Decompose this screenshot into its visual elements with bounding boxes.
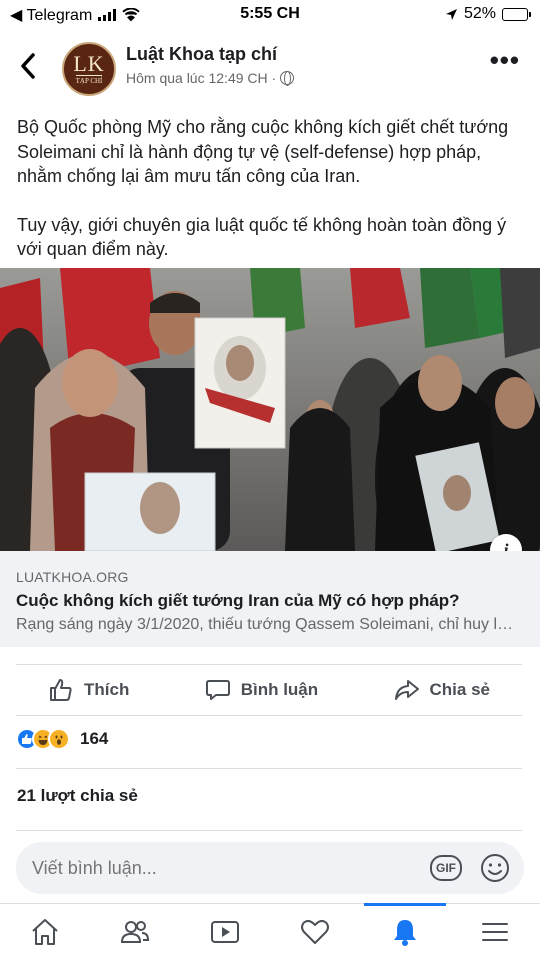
watch-icon bbox=[211, 921, 239, 943]
share-label: Chia sẻ bbox=[429, 680, 490, 699]
nav-dating[interactable] bbox=[280, 904, 350, 960]
nav-notifications[interactable] bbox=[364, 903, 446, 960]
dating-icon bbox=[301, 919, 329, 944]
reaction-count: 164 bbox=[80, 729, 109, 748]
like-button[interactable]: Thích bbox=[48, 677, 129, 703]
friends-icon bbox=[120, 921, 150, 943]
notifications-icon bbox=[394, 920, 416, 946]
status-bar: ◀ Telegram 5:55 CH 52% bbox=[0, 0, 540, 30]
bottom-nav bbox=[0, 903, 540, 960]
link-preview-image[interactable] bbox=[0, 268, 540, 551]
link-preview-meta[interactable]: LUATKHOA.ORG Cuộc không kích giết tướng … bbox=[0, 551, 540, 647]
status-right: 52% bbox=[445, 5, 531, 23]
link-title: Cuộc không kích giết tướng Iran của Mỹ c… bbox=[16, 591, 460, 610]
battery-percent: 52% bbox=[463, 5, 496, 22]
link-description: Rạng sáng ngày 3/1/2020, thiếu tướng Qas… bbox=[16, 616, 521, 633]
shares-count[interactable]: 21 lượt chia sẻ bbox=[17, 786, 138, 806]
emoji-icon[interactable] bbox=[480, 853, 510, 883]
comment-composer: GIF bbox=[16, 842, 524, 894]
crowd-photo bbox=[0, 268, 540, 551]
chevron-left-icon bbox=[21, 53, 35, 79]
battery-icon bbox=[502, 7, 531, 21]
link-domain: LUATKHOA.ORG bbox=[16, 569, 129, 585]
nav-menu[interactable] bbox=[460, 904, 530, 960]
comment-label: Bình luận bbox=[240, 680, 319, 699]
avatar-logo-text: LK bbox=[73, 51, 105, 76]
avatar-logo-subtext: TẠP CHÍ bbox=[75, 75, 103, 85]
more-options-button[interactable]: ••• bbox=[490, 47, 520, 73]
menu-icon bbox=[482, 923, 508, 941]
comment-icon bbox=[205, 680, 230, 700]
post-body: Bộ Quốc phòng Mỹ cho rằng cuộc không kíc… bbox=[17, 115, 522, 262]
avatar[interactable]: LK TẠP CHÍ bbox=[62, 42, 116, 96]
like-label: Thích bbox=[84, 680, 130, 699]
reactions-summary[interactable]: 164 bbox=[16, 728, 108, 750]
gif-icon[interactable]: GIF bbox=[430, 855, 462, 881]
divider bbox=[16, 768, 522, 769]
nav-friends[interactable] bbox=[100, 904, 170, 960]
wow-reaction-icon bbox=[48, 728, 70, 750]
globe-icon bbox=[280, 71, 295, 86]
post-paragraph: Tuy vậy, giới chuyên gia luật quốc tế kh… bbox=[17, 214, 507, 260]
comment-button[interactable]: Bình luận bbox=[205, 677, 318, 703]
nav-home[interactable] bbox=[10, 904, 80, 960]
page-name[interactable]: Luật Khoa tạp chí bbox=[126, 44, 277, 65]
back-button[interactable] bbox=[18, 52, 46, 84]
post-paragraph: Bộ Quốc phòng Mỹ cho rằng cuộc không kíc… bbox=[17, 117, 509, 186]
post-header: LK TẠP CHÍ Luật Khoa tạp chí Hôm qua lúc… bbox=[0, 38, 540, 100]
share-arrow-icon bbox=[394, 680, 419, 700]
post-time-row: Hôm qua lúc 12:49 CH · bbox=[126, 70, 295, 86]
location-arrow-icon bbox=[445, 8, 457, 20]
post-actions: Thích Bình luận Chia sẻ bbox=[16, 664, 522, 716]
home-icon bbox=[32, 919, 58, 945]
reaction-icons bbox=[16, 728, 70, 750]
nav-watch[interactable] bbox=[190, 904, 260, 960]
post-timestamp[interactable]: Hôm qua lúc 12:49 CH · bbox=[126, 70, 276, 86]
divider bbox=[16, 830, 522, 831]
share-button[interactable]: Chia sẻ bbox=[394, 677, 490, 703]
thumbs-up-icon bbox=[50, 679, 72, 701]
comment-input[interactable] bbox=[32, 842, 412, 894]
